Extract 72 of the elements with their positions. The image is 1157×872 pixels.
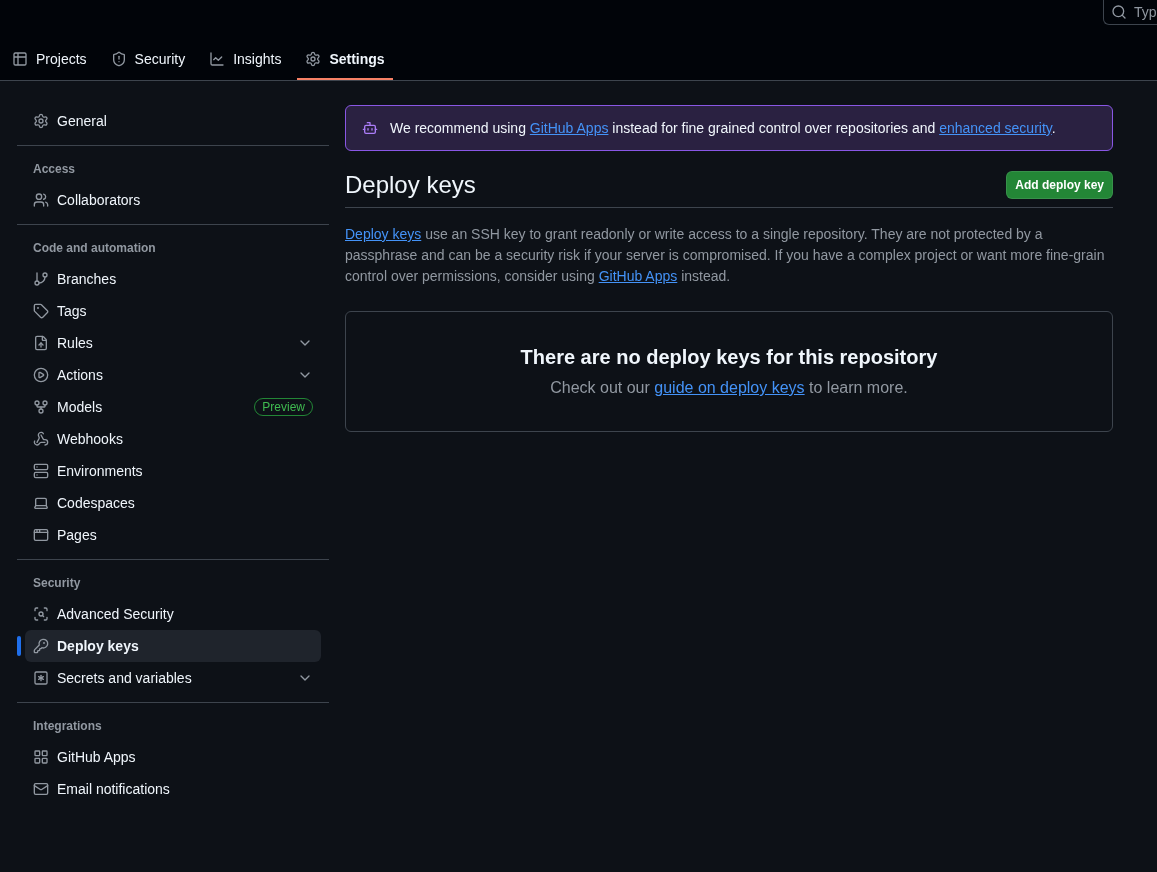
text-link[interactable]: GitHub Apps — [598, 268, 678, 284]
item-label: General — [57, 113, 108, 129]
sidebar-item[interactable]: Secrets and variables — [25, 662, 321, 694]
sidebar-item[interactable]: Pages — [25, 519, 321, 551]
webhook-icon — [33, 431, 49, 447]
key-icon — [33, 638, 49, 654]
search-field[interactable]: Typ — [1103, 0, 1157, 25]
section-heading: Access — [32, 161, 77, 178]
sidebar-item[interactable]: Email notifications — [25, 773, 321, 805]
item-label: Pages — [57, 527, 98, 543]
item-label: Advanced Security — [57, 606, 175, 622]
apps-icon — [33, 749, 49, 765]
sidebar-item[interactable]: Collaborators — [25, 184, 321, 216]
sidebar-item[interactable]: Branches — [25, 263, 321, 295]
item-label: Collaborators — [57, 192, 142, 208]
play-icon — [33, 367, 49, 383]
section-heading: Code and automation — [32, 240, 157, 257]
section-heading: Integrations — [32, 718, 103, 735]
tag-icon — [33, 303, 49, 319]
item-label: Models — [57, 399, 104, 415]
sidebar-item[interactable]: Advanced Security — [25, 598, 321, 630]
search-icon — [1111, 4, 1127, 20]
text-link[interactable]: enhanced security — [939, 120, 1052, 136]
item-label: Branches — [57, 271, 118, 287]
settings-icon — [33, 113, 49, 129]
item-label: Environments — [57, 463, 144, 479]
sidebar-item[interactable]: Models Preview — [25, 391, 321, 423]
shield-icon — [110, 50, 127, 67]
banner-text: We recommend using GitHub Apps instead for fine grained control over repositories and enhanced security. — [390, 120, 1056, 136]
sidebar-item[interactable]: Environments — [25, 455, 321, 487]
table-icon — [12, 50, 28, 67]
item-label: GitHub Apps — [57, 749, 137, 765]
text-link[interactable]: Deploy keys — [345, 226, 422, 242]
mail-icon — [33, 781, 49, 797]
description-text: Deploy keys use an SSH key to grant readonly or write access to a single repository. They are not protected by a passphrase and can be a security risk if your server is compromised. If you have a complex project or want more fine-grain control over permissions, consider using GitHub Apps instead. — [345, 225, 1106, 286]
nav-tab[interactable]: Settings — [297, 39, 393, 80]
graph-icon — [209, 50, 226, 67]
section-heading: Security — [32, 575, 82, 592]
asterisk-icon — [33, 670, 49, 686]
nav-tab[interactable]: Projects — [4, 39, 95, 80]
nav-tab[interactable]: Insights — [201, 39, 290, 80]
page-title: Deploy keys — [345, 171, 476, 199]
item-label: Email notifications — [57, 781, 171, 797]
item-label: Deploy keys — [57, 638, 140, 654]
settings-icon — [305, 50, 322, 67]
people-icon — [33, 192, 49, 208]
sidebar-item[interactable]: GitHub Apps — [25, 741, 321, 773]
sidebar-item[interactable]: Codespaces — [25, 487, 321, 519]
sidebar-item[interactable]: General — [25, 105, 321, 137]
laptop-icon — [33, 495, 49, 511]
sidebar-item[interactable]: Tags — [25, 295, 321, 327]
empty-state-text: Check out our guide on deploy keys to learn more. — [550, 379, 908, 397]
item-label: Codespaces — [57, 495, 136, 511]
robot-icon — [362, 120, 378, 136]
selection-indicator — [17, 636, 21, 656]
browser-icon — [33, 527, 49, 543]
add-deploy-key-button[interactable]: Add deploy key — [1006, 171, 1113, 199]
text-link[interactable]: GitHub Apps — [529, 120, 609, 136]
item-label: Rules — [57, 335, 94, 351]
server-icon — [33, 463, 49, 479]
item-label: Secrets and variables — [57, 670, 193, 686]
sidebar-item[interactable]: Actions — [25, 359, 321, 391]
branch-icon — [33, 271, 49, 287]
sidebar-item[interactable]: Webhooks — [25, 423, 321, 455]
text-link[interactable]: guide on deploy keys — [654, 379, 805, 396]
empty-state-title: There are no deploy keys for this repository — [520, 346, 938, 369]
sidebar-item[interactable]: Rules — [25, 327, 321, 359]
item-label: Actions — [57, 367, 104, 383]
scan-icon — [33, 606, 49, 622]
item-label: Webhooks — [57, 431, 124, 447]
item-label: Tags — [57, 303, 88, 319]
nav-tab[interactable]: Security — [102, 39, 194, 80]
